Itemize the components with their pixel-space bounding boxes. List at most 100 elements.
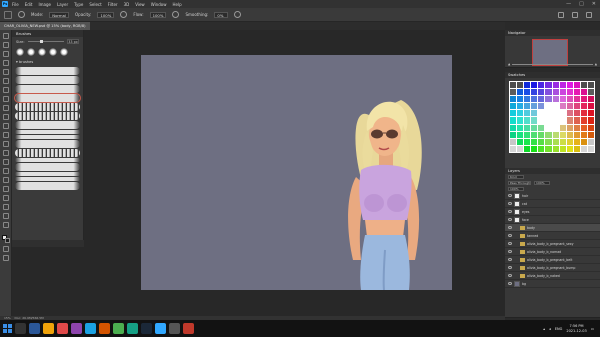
menu-3d[interactable]: 3D (124, 2, 130, 7)
color-swatch[interactable] (510, 124, 517, 131)
color-swatch[interactable] (531, 82, 538, 89)
visibility-eye-icon[interactable] (508, 218, 512, 221)
color-swatch[interactable] (566, 145, 573, 152)
color-swatch[interactable] (524, 124, 531, 131)
color-swatch[interactable] (566, 103, 573, 110)
color-swatch[interactable] (566, 82, 573, 89)
hand-tool-icon[interactable] (2, 204, 9, 210)
color-swatch[interactable] (524, 131, 531, 138)
color-swatch[interactable] (510, 131, 517, 138)
color-swatch[interactable] (559, 82, 566, 89)
brush-preset[interactable] (15, 76, 80, 84)
color-swatch[interactable] (545, 82, 552, 89)
brush-tool-icon[interactable] (2, 105, 9, 111)
color-swatch[interactable] (552, 117, 559, 124)
color-swatch[interactable] (552, 110, 559, 117)
zoom-in-icon[interactable]: ▲ (595, 62, 597, 66)
visibility-eye-icon[interactable] (508, 210, 512, 213)
color-swatch[interactable] (531, 117, 538, 124)
layer-row[interactable]: cat (505, 200, 600, 208)
menu-layer[interactable]: Layer (57, 2, 68, 7)
color-swatch[interactable] (573, 117, 580, 124)
zoom-tool-icon[interactable] (2, 213, 9, 219)
brush-preset[interactable] (15, 135, 80, 139)
color-swatch[interactable] (510, 89, 517, 96)
color-swatch[interactable] (559, 103, 566, 110)
color-swatch[interactable] (531, 145, 538, 152)
stamp-tool-icon[interactable] (2, 114, 9, 120)
layer-row[interactable]: olivia_body_b_pregnant_sexy (505, 240, 600, 248)
close-button[interactable]: ✕ (592, 1, 596, 7)
color-swatch[interactable] (538, 131, 545, 138)
color-swatch[interactable] (524, 110, 531, 117)
brush-tip[interactable] (16, 48, 24, 56)
visibility-eye-icon[interactable] (508, 282, 512, 285)
opacity-field[interactable]: 100% (97, 11, 115, 18)
color-swatch[interactable] (531, 138, 538, 145)
minimize-button[interactable]: — (566, 1, 571, 7)
color-swatch[interactable] (517, 82, 524, 89)
color-swatch[interactable] (517, 131, 524, 138)
layer-row[interactable]: bg (505, 280, 600, 288)
brush-preset[interactable] (15, 140, 80, 148)
color-swatch[interactable] (517, 117, 524, 124)
color-swatch[interactable] (566, 124, 573, 131)
layer-row[interactable]: olivia_body_b_pregnant_belt (505, 256, 600, 264)
color-swatch[interactable] (517, 96, 524, 103)
visibility-eye-icon[interactable] (508, 266, 512, 269)
airbrush-icon[interactable] (172, 11, 180, 18)
color-swatch[interactable] (566, 117, 573, 124)
search-icon[interactable] (15, 323, 26, 334)
color-swatch[interactable] (573, 89, 580, 96)
search-icon[interactable] (558, 11, 564, 18)
brush-preset[interactable] (15, 67, 80, 75)
brush-tip[interactable] (27, 48, 35, 56)
color-swatch[interactable] (538, 145, 545, 152)
brush-preset[interactable] (15, 121, 80, 129)
layer-row[interactable]: body (505, 224, 600, 232)
color-swatch[interactable] (538, 82, 545, 89)
color-swatch[interactable] (538, 103, 545, 110)
color-swatch[interactable] (517, 124, 524, 131)
visibility-eye-icon[interactable] (508, 194, 512, 197)
color-swatch[interactable] (559, 124, 566, 131)
layer-row[interactable]: face (505, 216, 600, 224)
layer-fill-field[interactable]: 100% (508, 187, 524, 191)
move-tool-icon[interactable] (2, 33, 9, 39)
color-swatch[interactable] (580, 110, 587, 117)
layer-kind-filter[interactable]: Kind (508, 175, 524, 179)
color-swatch[interactable] (531, 124, 538, 131)
brush-size-field[interactable]: 33 px (67, 39, 79, 44)
smoothing-settings-icon[interactable] (234, 11, 242, 18)
color-swatch[interactable] (545, 89, 552, 96)
color-swatch[interactable] (552, 96, 559, 103)
brush-preset[interactable] (15, 130, 80, 134)
healing-tool-icon[interactable] (2, 96, 9, 102)
color-swatch[interactable] (559, 138, 566, 145)
color-swatch[interactable] (545, 110, 552, 117)
brush-preset[interactable] (15, 85, 80, 93)
color-swatch[interactable] (538, 124, 545, 131)
visibility-eye-icon[interactable] (508, 226, 512, 229)
color-swatch[interactable] (538, 117, 545, 124)
color-swatch[interactable] (580, 138, 587, 145)
app-icon[interactable] (183, 323, 194, 334)
color-swatch[interactable] (566, 110, 573, 117)
visibility-eye-icon[interactable] (508, 274, 512, 277)
quick-select-tool-icon[interactable] (2, 60, 9, 66)
brush-preset[interactable] (15, 163, 80, 171)
app-icon[interactable] (169, 323, 180, 334)
color-swatch[interactable] (566, 138, 573, 145)
color-swatch[interactable] (524, 103, 531, 110)
document-canvas[interactable] (141, 55, 452, 290)
layer-row[interactable]: olivia_body_b_pregnant_bump (505, 264, 600, 272)
color-swatch[interactable] (559, 131, 566, 138)
color-swatch[interactable] (587, 124, 594, 131)
brush-size-slider[interactable] (27, 40, 64, 43)
color-swatch[interactable] (573, 124, 580, 131)
menu-edit[interactable]: Edit (25, 2, 33, 7)
eyedropper-tool-icon[interactable] (2, 87, 9, 93)
notifications-icon[interactable]: ▭ (591, 327, 594, 331)
color-swatch[interactable] (552, 103, 559, 110)
color-swatch[interactable] (531, 131, 538, 138)
